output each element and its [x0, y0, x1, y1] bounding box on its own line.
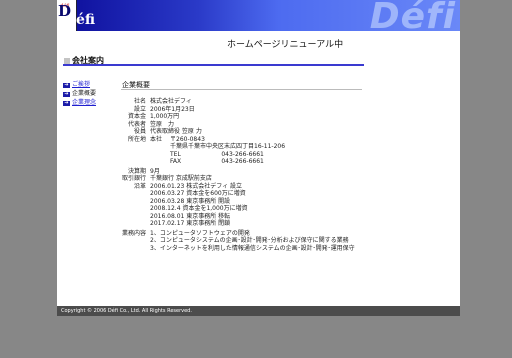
nav-item-greeting[interactable]: ➔ ご挨拶 [63, 80, 96, 89]
row-established: 設立 2006年1月23日 [115, 106, 355, 114]
footer-copyright: Copyright © 2006 Défi Co., Ltd. All Righ… [57, 306, 460, 316]
field-label: 資本金 [127, 113, 146, 120]
history-list: 2006.01.23 株式会社デフィ 設立 2006.03.27 資本金を600… [150, 183, 248, 228]
field-label: 代表者 [127, 120, 146, 128]
nav-item-label[interactable]: 企業理念 [72, 99, 96, 106]
history-item: 2006.03.28 東京事務所 開設 [150, 197, 231, 205]
row-representative: 代表者 笠原 力 [115, 121, 355, 129]
business-item: 2、コンピュータシステムの企画･設計･開発･分析および保守に関する業務 [150, 237, 349, 244]
history-item: 2006.03.27 資本金を600万に増資 [150, 190, 246, 197]
company-profile: 社名 株式会社デフィ 設立 2006年1月23日 資本金 1,000万円 代表者… [115, 98, 355, 252]
row-address: 所在地 本社 〒260-0843 千葉県千葉市中央区末広四丁目16-11-206… [115, 136, 355, 166]
field-label: 所在地 [127, 135, 146, 143]
fax-label: FAX [170, 158, 182, 165]
nav-item-philosophy[interactable]: ➔ 企業理念 [63, 98, 96, 107]
nav-item-label: 企業概要 [72, 90, 97, 97]
street-address: 千葉県千葉市中央区末広四丁目16-11-206 [170, 143, 286, 150]
bank-value: 千葉銀行 京成駅前支店 [150, 175, 212, 182]
history-item: 2008.12.4 資本金を1,000万に増資 [150, 205, 248, 212]
business-item: 3、インターネットを利用した情報通信システムの企画･設計･開発･運用保守 [150, 244, 355, 252]
row-bank: 取引銀行 千葉銀行 京成駅前支店 [115, 175, 355, 183]
field-label: 取引銀行 [121, 175, 146, 182]
business-list: 1、コンピュータソフトウェアの開発 2、コンピュータシステムの企画･設計･開発･… [150, 230, 355, 253]
tel-value: 043-266-6661 [221, 150, 264, 158]
history-item: 2006.01.23 株式会社デフィ 設立 [150, 182, 243, 190]
fiscal-value: 9月 [150, 167, 160, 175]
arrow-right-icon: ➔ [63, 100, 70, 106]
row-officers: 役員 代表取締役 笠原 力 [115, 128, 355, 136]
company-name: 株式会社デフィ [150, 98, 192, 105]
contact-grid: TEL 043-266-6661 FAX 043-266-6661 [170, 151, 285, 166]
business-item: 1、コンピュータソフトウェアの開発 [150, 229, 250, 237]
header-watermark: Défi [369, 0, 456, 31]
logo-suffix: éfi [76, 12, 96, 28]
address-branch: 本社 [150, 135, 163, 143]
row-fiscal: 決算期 9月 [115, 168, 355, 176]
row-capital: 資本金 1,000万円 [115, 113, 355, 121]
renewal-notice: ホームページリニューアル中 [227, 40, 344, 50]
side-nav: ➔ ご挨拶 ➔ 企業概要 ➔ 企業理念 [63, 80, 96, 107]
row-name: 社名 株式会社デフィ [115, 98, 355, 106]
page-container: défi D éfi Défi ホームページリニューアル中 会社案内 ➔ ご挨拶 … [57, 0, 460, 316]
row-business: 業務内容 1、コンピュータソフトウェアの開発 2、コンピュータシステムの企画･設… [115, 230, 355, 253]
fax-value: 043-266-6661 [221, 158, 264, 165]
address-block: 〒260-0843 千葉県千葉市中央区末広四丁目16-11-206 TEL 04… [170, 136, 285, 166]
row-history: 沿革 2006.01.23 株式会社デフィ 設立 2006.03.27 資本金を… [115, 183, 355, 228]
content-divider [121, 89, 362, 90]
header-banner: défi D éfi Défi [57, 0, 460, 31]
logo[interactable]: défi D [57, 0, 77, 31]
nav-item-overview[interactable]: ➔ 企業概要 [63, 89, 96, 98]
field-label: 社名 [133, 98, 146, 105]
field-label: 決算期 [127, 167, 146, 175]
field-label: 業務内容 [121, 229, 146, 237]
arrow-right-icon: ➔ [63, 91, 70, 97]
officers-value: 代表取締役 笠原 力 [150, 128, 202, 135]
established-date: 2006年1月23日 [150, 105, 195, 113]
arrow-right-icon: ➔ [63, 82, 70, 88]
field-label: 役員 [133, 128, 146, 135]
logo-letter: D [58, 2, 72, 20]
history-item: 2017.02.17 東京事務所 閉鎖 [150, 220, 231, 227]
field-label: 沿革 [133, 182, 146, 190]
field-label: 設立 [133, 105, 146, 113]
nav-item-label[interactable]: ご挨拶 [72, 81, 90, 88]
representative-name: 笠原 力 [150, 120, 175, 128]
postal-code: 〒260-0843 [170, 135, 205, 143]
tel-label: TEL [170, 150, 181, 158]
title-divider [63, 64, 364, 66]
capital-value: 1,000万円 [150, 113, 180, 120]
history-item: 2016.08.01 東京事務所 移転 [150, 212, 231, 220]
